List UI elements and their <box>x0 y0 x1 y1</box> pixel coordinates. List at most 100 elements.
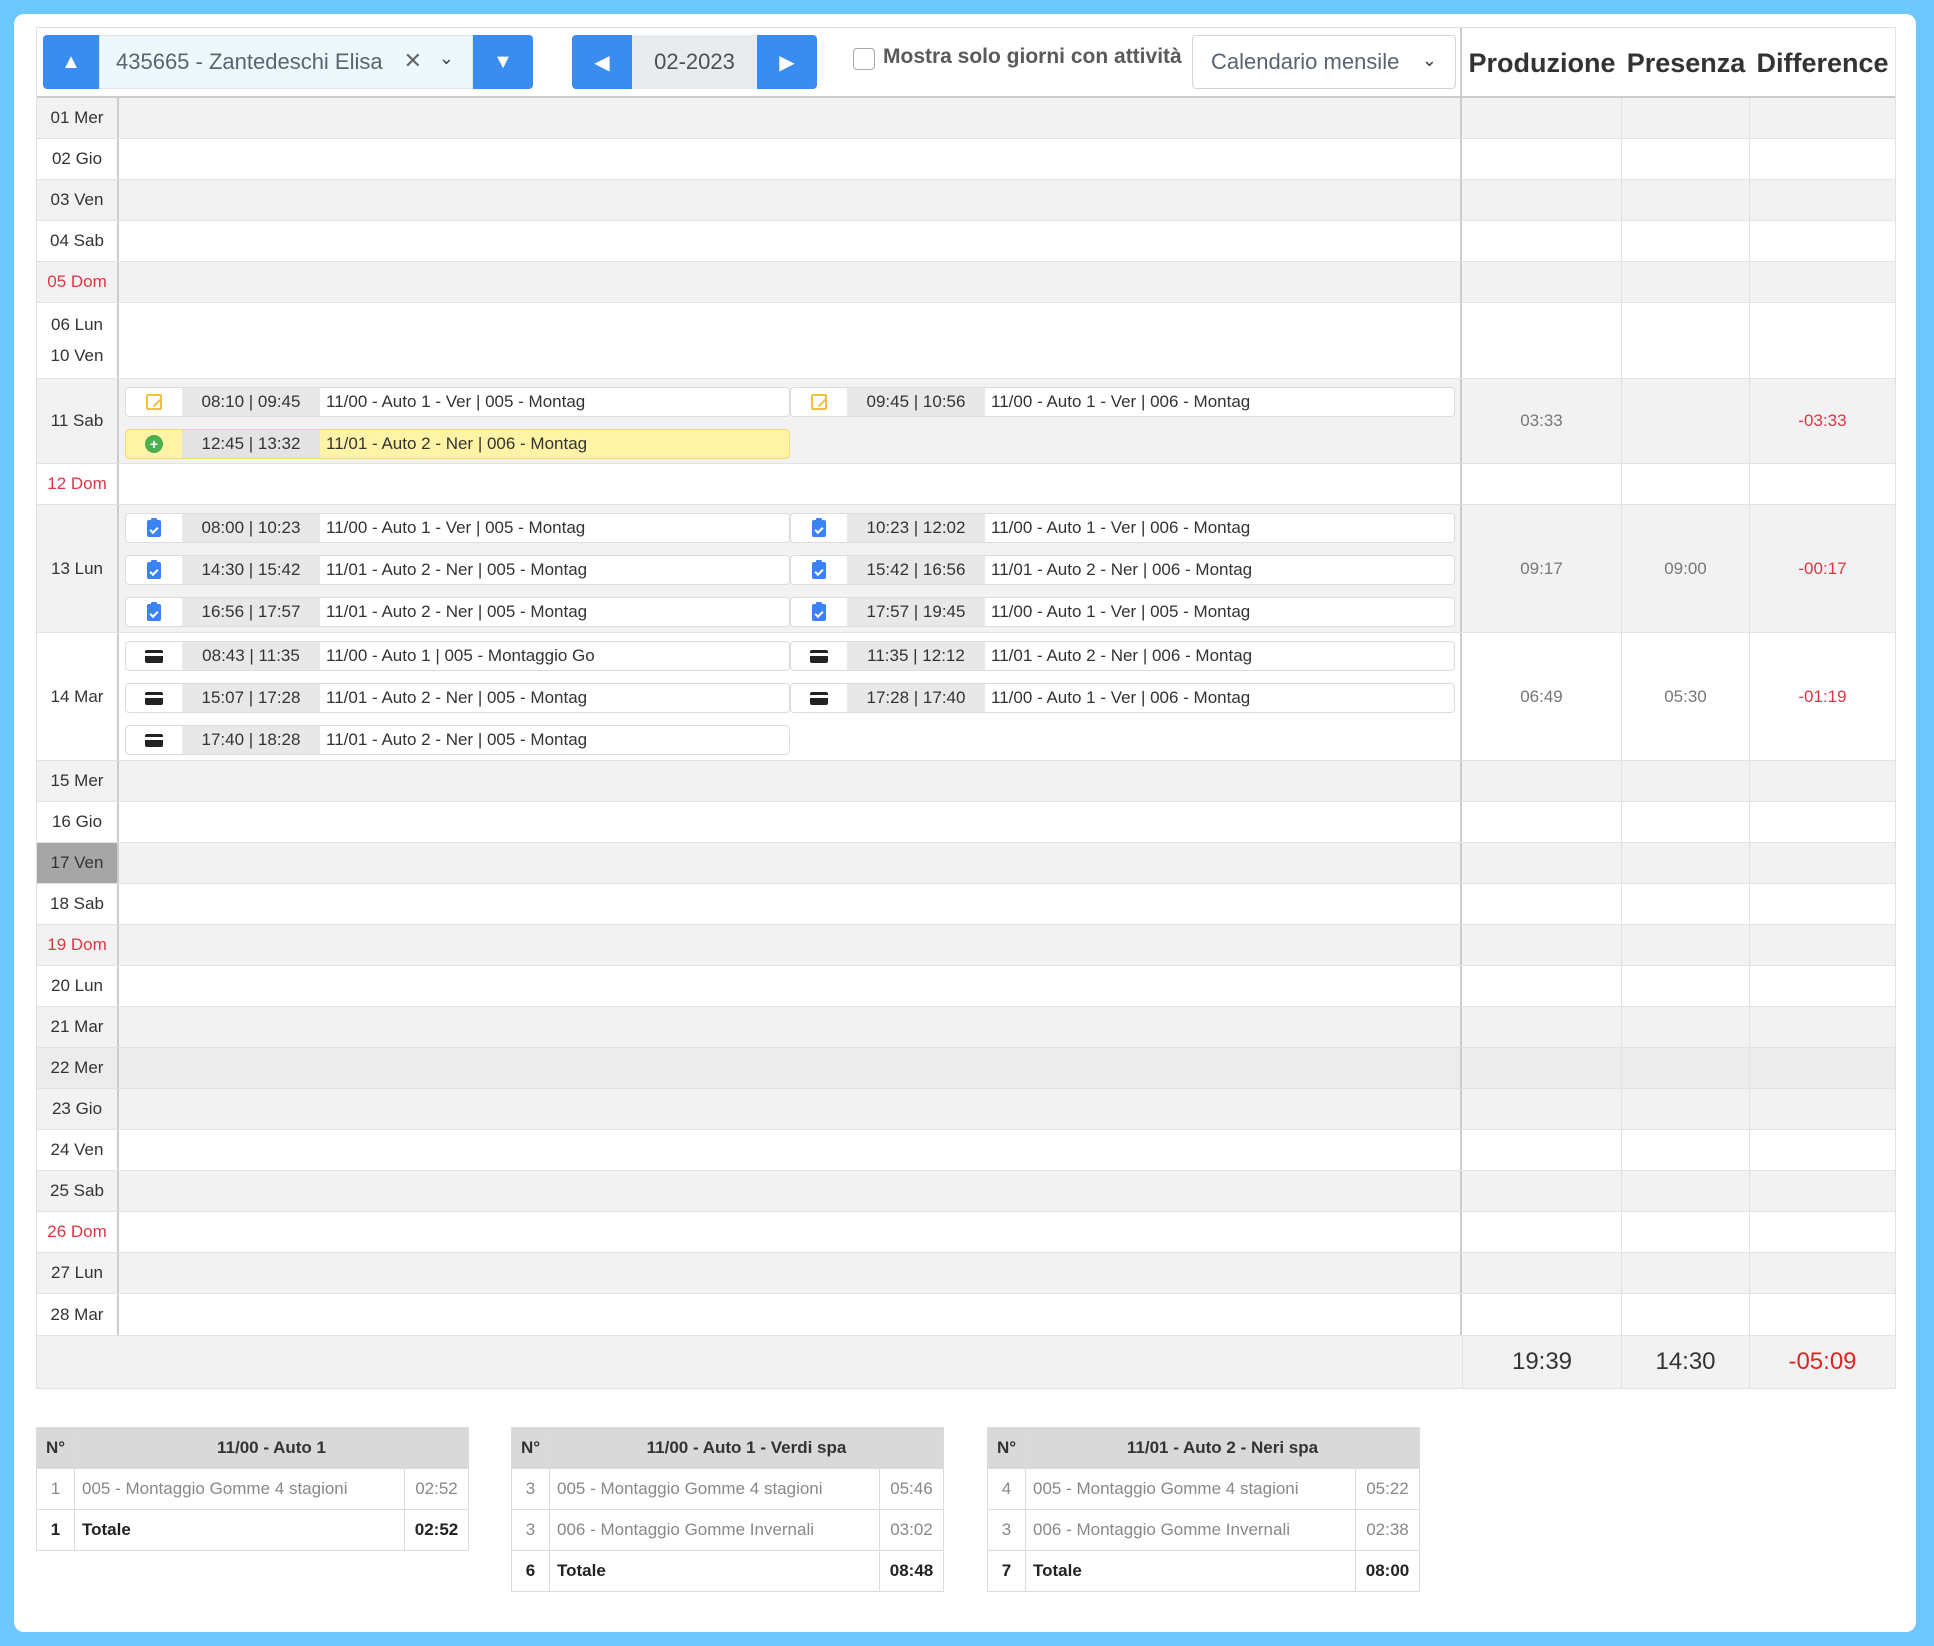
summary-table: N° 11/00 - Auto 1 1 005 - Montaggio Gomm… <box>36 1427 469 1551</box>
activity-entry[interactable]: 17:28 | 17:40 11/00 - Auto 1 - Ver | 006… <box>790 683 1455 713</box>
day-row[interactable]: 25 Sab <box>37 1171 1895 1212</box>
activity-time: 08:43 | 11:35 <box>182 642 320 670</box>
activity-entry-highlighted[interactable]: + 12:45 | 13:32 11/01 - Auto 2 - Ner | 0… <box>125 429 790 459</box>
presence-value: 09:00 <box>1622 505 1750 632</box>
day-row[interactable]: 27 Lun <box>37 1253 1895 1294</box>
production-header: Produzione <box>1468 47 1616 78</box>
day-label: 13 Lun <box>37 505 119 632</box>
day-row[interactable]: 22 Mer <box>37 1048 1895 1089</box>
clipboard-check-icon <box>791 598 847 626</box>
day-row[interactable]: 18 Sab <box>37 884 1895 925</box>
activity-text: 11/00 - Auto 1 - Ver | 006 - Montag <box>991 518 1251 537</box>
activity-time: 15:07 | 17:28 <box>182 684 320 712</box>
day-row[interactable]: 26 Dom <box>37 1212 1895 1253</box>
previous-month-button[interactable]: ◀ <box>572 35 632 89</box>
day-row[interactable]: 05 Dom <box>37 262 1895 303</box>
toolbar: ▲ 435665 - Zantedeschi Elisa ✕ ⌄ ▼ ◀ 02-… <box>37 28 1895 98</box>
card-icon <box>126 642 182 670</box>
activity-text: 11/01 - Auto 2 - Ner | 005 - Montag <box>326 730 588 749</box>
presence-value: 05:30 <box>1622 633 1750 760</box>
activity-entry[interactable]: 14:30 | 15:42 11/01 - Auto 2 - Ner | 005… <box>125 555 790 585</box>
activity-text: 11/01 - Auto 2 - Ner | 006 - Montag <box>991 560 1253 579</box>
day-row[interactable]: 20 Lun <box>37 966 1895 1007</box>
day-row[interactable]: 28 Mar <box>37 1294 1895 1336</box>
activity-text: 11/00 - Auto 1 - Ver | 006 - Montag <box>991 392 1251 411</box>
difference-header: Difference <box>1756 47 1889 78</box>
day-label: 18 Sab <box>37 884 119 924</box>
activity-text: 11/01 - Auto 2 - Ner | 005 - Montag <box>326 688 588 707</box>
activity-entry[interactable]: 16:56 | 17:57 11/01 - Auto 2 - Ner | 005… <box>125 597 790 627</box>
activity-time: 16:56 | 17:57 <box>182 598 320 626</box>
summary-table: N° 11/01 - Auto 2 - Neri spa 4 005 - Mon… <box>987 1427 1420 1592</box>
day-row[interactable]: 24 Ven <box>37 1130 1895 1171</box>
activity-text: 11/01 - Auto 2 - Ner | 006 - Montag <box>991 646 1253 665</box>
activity-time: 12:45 | 13:32 <box>182 430 320 458</box>
day-row[interactable]: 12 Dom <box>37 464 1895 505</box>
activity-time: 17:28 | 17:40 <box>847 684 985 712</box>
next-employee-button[interactable]: ▼ <box>473 35 533 89</box>
next-month-button[interactable]: ▶ <box>757 35 817 89</box>
activity-text: 11/00 - Auto 1 - Ver | 005 - Montag <box>326 518 586 537</box>
clipboard-check-icon <box>126 598 182 626</box>
total-production: 19:39 <box>1462 1336 1622 1388</box>
activity-entry[interactable]: 10:23 | 12:02 11/00 - Auto 1 - Ver | 006… <box>790 513 1455 543</box>
day-label: 04 Sab <box>37 221 119 261</box>
table-row: 4 005 - Montaggio Gomme 4 stagioni 05:22 <box>987 1468 1420 1510</box>
month-field[interactable]: 02-2023 <box>632 35 757 89</box>
activity-entry[interactable]: 17:57 | 19:45 11/00 - Auto 1 - Ver | 005… <box>790 597 1455 627</box>
day-label: 19 Dom <box>37 925 119 965</box>
day-row[interactable]: 14 Mar 08:43 | 11:35 11/00 - Auto 1 | 00… <box>37 633 1895 761</box>
day-row[interactable]: 13 Lun 08:00 | 10:23 11/00 - Auto 1 - Ve… <box>37 505 1895 633</box>
day-row[interactable]: 03 Ven <box>37 180 1895 221</box>
day-label: 26 Dom <box>37 1212 119 1252</box>
day-row[interactable]: 19 Dom <box>37 925 1895 966</box>
chevron-down-icon[interactable]: ⌄ <box>439 48 454 69</box>
activity-time: 10:23 | 12:02 <box>847 514 985 542</box>
activity-entry[interactable]: 09:45 | 10:56 11/00 - Auto 1 - Ver | 006… <box>790 387 1455 417</box>
activity-entry[interactable]: 15:42 | 16:56 11/01 - Auto 2 - Ner | 006… <box>790 555 1455 585</box>
presence-value <box>1622 379 1750 463</box>
activity-entry[interactable]: 15:07 | 17:28 11/01 - Auto 2 - Ner | 005… <box>125 683 790 713</box>
activity-entry[interactable]: 17:40 | 18:28 11/01 - Auto 2 - Ner | 005… <box>125 725 790 755</box>
day-label: 11 Sab <box>37 379 119 463</box>
day-row[interactable]: 15 Mer <box>37 761 1895 802</box>
activity-text: 11/01 - Auto 2 - Ner | 006 - Montag <box>326 434 588 453</box>
employee-select[interactable]: 435665 - Zantedeschi Elisa ✕ ⌄ <box>99 35 473 89</box>
previous-employee-button[interactable]: ▲ <box>43 35 99 89</box>
day-row[interactable]: 11 Sab 08:10 | 09:45 11/00 - Auto 1 - Ve… <box>37 379 1895 464</box>
caret-down-icon: ▼ <box>493 50 513 73</box>
summary-title: 11/01 - Auto 2 - Neri spa <box>1025 1427 1420 1469</box>
day-label: 24 Ven <box>37 1130 119 1170</box>
day-row[interactable]: 21 Mar <box>37 1007 1895 1048</box>
total-difference: -05:09 <box>1788 1348 1857 1375</box>
activity-entry[interactable]: 11:35 | 12:12 11/01 - Auto 2 - Ner | 006… <box>790 641 1455 671</box>
summary-title: 11/00 - Auto 1 - Verdi spa <box>549 1427 944 1469</box>
activity-entry[interactable]: 08:43 | 11:35 11/00 - Auto 1 | 005 - Mon… <box>125 641 790 671</box>
table-row: 1 005 - Montaggio Gomme 4 stagioni 02:52 <box>36 1468 469 1510</box>
clipboard-check-icon <box>791 514 847 542</box>
clear-icon[interactable]: ✕ <box>404 48 422 74</box>
view-select[interactable]: Calendario mensile ⌄ <box>1192 35 1456 89</box>
activity-entry[interactable]: 08:10 | 09:45 11/00 - Auto 1 - Ver | 005… <box>125 387 790 417</box>
day-row-selected[interactable]: 17 Ven <box>37 843 1895 884</box>
day-row[interactable]: 02 Gio <box>37 139 1895 180</box>
day-label: 20 Lun <box>37 966 119 1006</box>
toolbar-controls: ▲ 435665 - Zantedeschi Elisa ✕ ⌄ ▼ ◀ 02-… <box>37 28 1462 98</box>
day-row[interactable]: 16 Gio <box>37 802 1895 843</box>
day-row[interactable]: 04 Sab <box>37 221 1895 262</box>
day-row[interactable]: 01 Mer <box>37 98 1895 139</box>
day-label: 01 Mer <box>37 98 119 138</box>
number-header: N° <box>36 1427 75 1469</box>
clipboard-check-icon <box>126 556 182 584</box>
activity-text: 11/01 - Auto 2 - Ner | 005 - Montag <box>326 560 588 579</box>
activity-entry[interactable]: 08:00 | 10:23 11/00 - Auto 1 - Ver | 005… <box>125 513 790 543</box>
day-row-range[interactable]: 06 Lun 10 Ven <box>37 303 1895 379</box>
card-icon <box>791 684 847 712</box>
activity-time: 15:42 | 16:56 <box>847 556 985 584</box>
only-activity-checkbox[interactable] <box>853 48 875 70</box>
table-row: 3 005 - Montaggio Gomme 4 stagioni 05:46 <box>511 1468 944 1510</box>
clipboard-check-icon <box>126 514 182 542</box>
only-activity-label[interactable]: Mostra solo giorni con attività <box>883 45 1182 69</box>
difference-value: -01:19 <box>1798 686 1847 706</box>
day-row[interactable]: 23 Gio <box>37 1089 1895 1130</box>
